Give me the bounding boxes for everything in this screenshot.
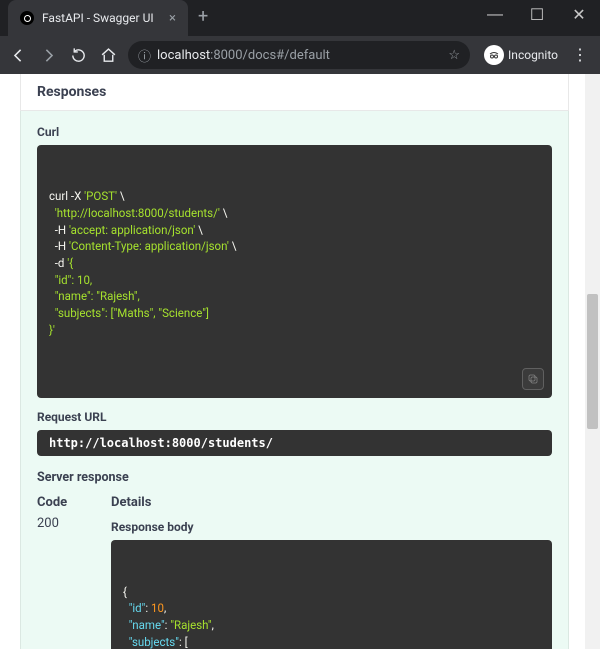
reload-button[interactable] — [68, 45, 88, 65]
code-column-header: Code — [37, 495, 111, 510]
browser-toolbar: ⓘ localhost:8000/docs#/default ☆ Incogni… — [0, 36, 600, 74]
window-titlebar: FastAPI - Swagger UI × + — ☐ ✕ — [0, 0, 600, 36]
fastapi-favicon — [20, 11, 34, 25]
curl-label: Curl — [37, 125, 552, 139]
site-info-icon[interactable]: ⓘ — [138, 46, 151, 65]
browser-menu-button[interactable]: ⋮ — [568, 47, 592, 63]
curl-codeblock: curl -X 'POST' \ 'http://localhost:8000/… — [37, 145, 552, 398]
home-button[interactable] — [98, 45, 118, 65]
scrollbar-thumb[interactable] — [587, 294, 598, 429]
copy-curl-button[interactable] — [522, 368, 544, 390]
response-body-codeblock: { "id": 10, "name": "Rajesh", "subjects"… — [111, 540, 552, 649]
response-table-header: Code Details — [37, 495, 552, 510]
address-bar[interactable]: ⓘ localhost:8000/docs#/default ☆ — [128, 41, 470, 69]
response-body-label: Response body — [111, 520, 552, 534]
details-column-header: Details — [111, 495, 552, 510]
page-viewport: Responses Curl curl -X 'POST' \ 'http://… — [0, 74, 585, 649]
request-url-value: http://localhost:8000/students/ — [37, 430, 552, 456]
back-button[interactable] — [8, 45, 28, 65]
incognito-label: Incognito — [508, 48, 558, 62]
responses-section: Curl curl -X 'POST' \ 'http://localhost:… — [20, 111, 569, 649]
forward-button[interactable] — [38, 45, 58, 65]
new-tab-button[interactable]: + — [188, 0, 218, 33]
incognito-badge: Incognito — [484, 45, 558, 65]
request-url-label: Request URL — [37, 410, 552, 424]
bookmark-star-icon[interactable]: ☆ — [448, 48, 460, 63]
window-controls: — ☐ ✕ — [474, 0, 600, 30]
server-response-label: Server response — [37, 470, 552, 485]
tab-title: FastAPI - Swagger UI — [42, 11, 154, 25]
close-window-button[interactable]: ✕ — [558, 0, 600, 30]
incognito-icon — [484, 45, 504, 65]
maximize-button[interactable]: ☐ — [516, 0, 558, 30]
tab-close-icon[interactable]: × — [169, 11, 176, 26]
browser-tab[interactable]: FastAPI - Swagger UI × — [8, 0, 188, 36]
minimize-button[interactable]: — — [474, 0, 516, 30]
response-row: 200 Response body { "id": 10, "name": "R… — [37, 514, 552, 649]
url-host: localhost — [157, 48, 210, 63]
scrollbar-track[interactable] — [585, 74, 600, 649]
url-path: :8000/docs#/default — [210, 48, 330, 63]
status-code: 200 — [37, 514, 111, 649]
responses-heading: Responses — [20, 74, 569, 111]
